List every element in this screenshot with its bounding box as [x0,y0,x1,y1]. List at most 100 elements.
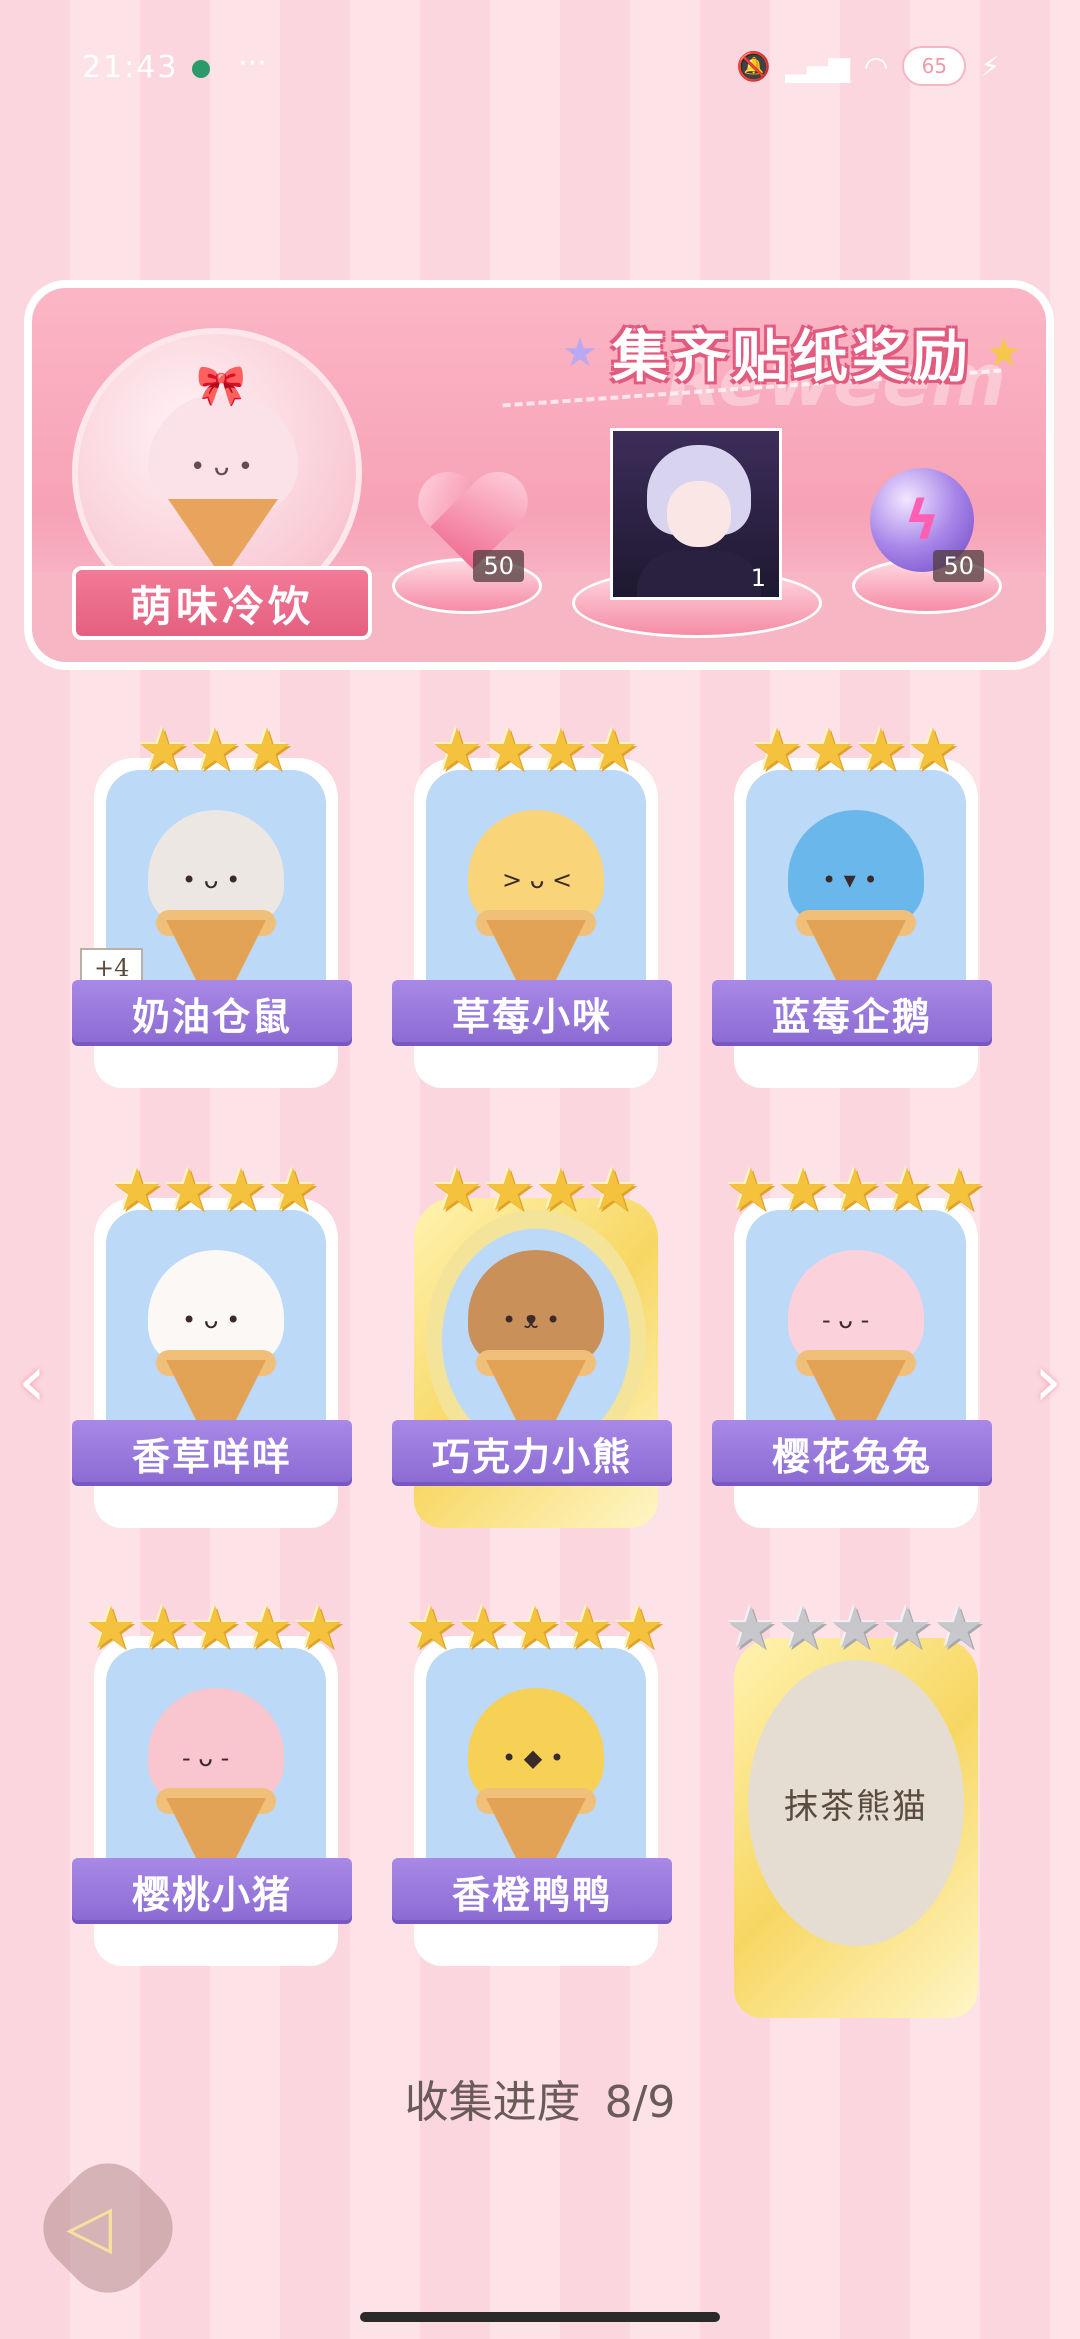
critter-face: - ᴗ - [182,1744,230,1772]
collection-progress: 收集进度 8/9 [0,2066,1080,2130]
critter-face: • ◆ • [502,1744,565,1772]
critter-face: • ▾ • [822,866,878,894]
battery-icon: 65 [902,46,967,86]
star-icon: ★ [881,1594,933,1662]
mute-icon: 🔕 [736,49,772,83]
star-icon: ★ [587,716,639,784]
star-icon: ★ [562,329,598,376]
star-rating: ★ ★ ★ ★ [410,1160,660,1220]
star-icon: ★ [457,1594,509,1662]
card-name: 巧克力小熊 [392,1420,672,1486]
reward-lightning-orb[interactable]: ϟ 50 [870,468,990,588]
star-icon: ★ [111,1156,163,1224]
critter-face: > ᴗ < [502,866,573,894]
star-icon: ★ [803,716,855,784]
portrait-face [667,481,731,547]
progress-label: 收集进度 [404,2077,581,2128]
star-icon: ★ [985,329,1022,376]
star-icon: ★ [725,1156,777,1224]
star-rating: ★ ★ ★ ★ ★ [85,1594,345,1662]
star-icon: ★ [777,1594,829,1662]
star-icon: ★ [725,1594,777,1662]
reward-character-portrait[interactable]: 1 [610,428,782,600]
card-name: 蓝莓企鹅 [712,980,992,1046]
progress-value: 8/9 [604,2077,676,2128]
reward-count: 1 [750,564,766,592]
reward-heart-gem[interactable]: 50 [410,468,530,588]
star-icon: ★ [535,1156,587,1224]
card-name: 樱桃小猪 [72,1858,352,1924]
reward-count: 50 [933,550,984,582]
charging-icon: ⚡ [980,49,1000,83]
sticker-card[interactable]: > ᴗ < ★ ★ ★ ★ 草莓小咪 [392,720,672,1100]
star-icon: ★ [561,1594,613,1662]
star-rating: ★ ★ ★ ★ [730,720,980,780]
previous-page-arrow-icon[interactable]: ‹ [18,1340,46,1422]
star-icon: ★ [933,1156,985,1224]
collection-reward-banner: Reweem ★ 集齐贴纸奖励 ★ 🎀 • ᴗ • 萌味冷饮 50 1 ϟ 50 [24,280,1054,670]
sticker-card[interactable]: • ◆ • ★ ★ ★ ★ ★ 香橙鸭鸭 [392,1594,672,1978]
status-time: 21:43 [82,50,179,85]
star-icon: ★ [137,1594,189,1662]
star-icon: ★ [241,1594,293,1662]
star-icon: ★ [881,1156,933,1224]
star-rating: ★ ★ ★ [90,720,340,780]
star-icon: ★ [215,1156,267,1224]
star-icon: ★ [189,716,241,784]
card-frame-gold: 抹茶熊猫 [734,1638,978,2018]
star-icon: ★ [241,716,293,784]
star-icon: ★ [293,1594,345,1662]
critter-face: - ᴗ - [822,1306,870,1334]
locked-placeholder: 抹茶熊猫 [748,1660,964,1946]
star-icon: ★ [431,1156,483,1224]
home-indicator[interactable] [360,2312,720,2322]
sticker-card[interactable]: • ᴗ • ★ ★ ★ ★ 香草咩咩 [72,1160,352,1540]
star-icon: ★ [509,1594,561,1662]
star-rating: ★ ★ ★ ★ ★ [405,1594,665,1662]
star-icon: ★ [777,1156,829,1224]
card-name: 草莓小咪 [392,980,672,1046]
star-icon: ★ [85,1594,137,1662]
sticker-card[interactable]: - ᴗ - ★ ★ ★ ★ ★ 樱桃小猪 [72,1594,352,1978]
star-icon: ★ [189,1594,241,1662]
star-rating: ★ ★ ★ ★ [410,720,660,780]
back-arrow-icon: ◁ [66,2192,113,2262]
next-page-arrow-icon[interactable]: › [1034,1340,1062,1422]
star-icon: ★ [137,716,189,784]
star-icon: ★ [405,1594,457,1662]
star-icon: ★ [431,716,483,784]
signal-icon: ▂▄▆ [785,49,850,83]
card-name: 奶油仓鼠 [72,980,352,1046]
notification-app-icon [192,60,210,78]
set-name-label: 萌味冷饮 [72,566,372,640]
reward-count: 50 [473,550,524,582]
star-icon: ★ [829,1156,881,1224]
star-rating: ★ ★ ★ ★ ★ [725,1156,985,1224]
star-rating: ★ ★ ★ ★ ★ [725,1594,985,1662]
status-icons: 🔕 ▂▄▆ ◠ 65 ⚡ [736,46,1000,86]
locked-sticker-card[interactable]: 抹茶熊猫 ★ ★ ★ ★ ★ [725,1594,985,2018]
star-icon: ★ [587,1156,639,1224]
sticker-card[interactable]: • ᴥ • ★ ★ ★ ★ 巧克力小熊 [392,1160,672,1540]
star-icon: ★ [829,1594,881,1662]
banner-title-group: ★ 集齐贴纸奖励 ★ [562,312,1022,393]
banner-title: 集齐贴纸奖励 [611,325,972,390]
star-icon: ★ [907,716,959,784]
star-icon: ★ [933,1594,985,1662]
star-icon: ★ [535,716,587,784]
star-icon: ★ [613,1594,665,1662]
sticker-card[interactable]: • ▾ • ★ ★ ★ ★ 蓝莓企鹅 [712,720,992,1100]
star-rating: ★ ★ ★ ★ [90,1160,340,1220]
critter-face: • ᴗ • [182,866,241,894]
star-icon: ★ [163,1156,215,1224]
star-icon: ★ [483,716,535,784]
star-icon: ★ [483,1156,535,1224]
card-name: 抹茶熊猫 [784,1786,928,1827]
sticker-card[interactable]: - ᴗ - ★ ★ ★ ★ ★ 樱花兔兔 [712,1156,992,1540]
sticker-card[interactable]: • ᴗ • ★ ★ ★ +4 奶油仓鼠 [72,720,352,1100]
star-icon: ★ [751,716,803,784]
wifi-icon: ◠ [863,49,889,83]
card-name: 香草咩咩 [72,1420,352,1486]
bunny-face-icon: • ᴗ • [190,452,254,482]
critter-face: • ᴥ • [502,1306,561,1334]
